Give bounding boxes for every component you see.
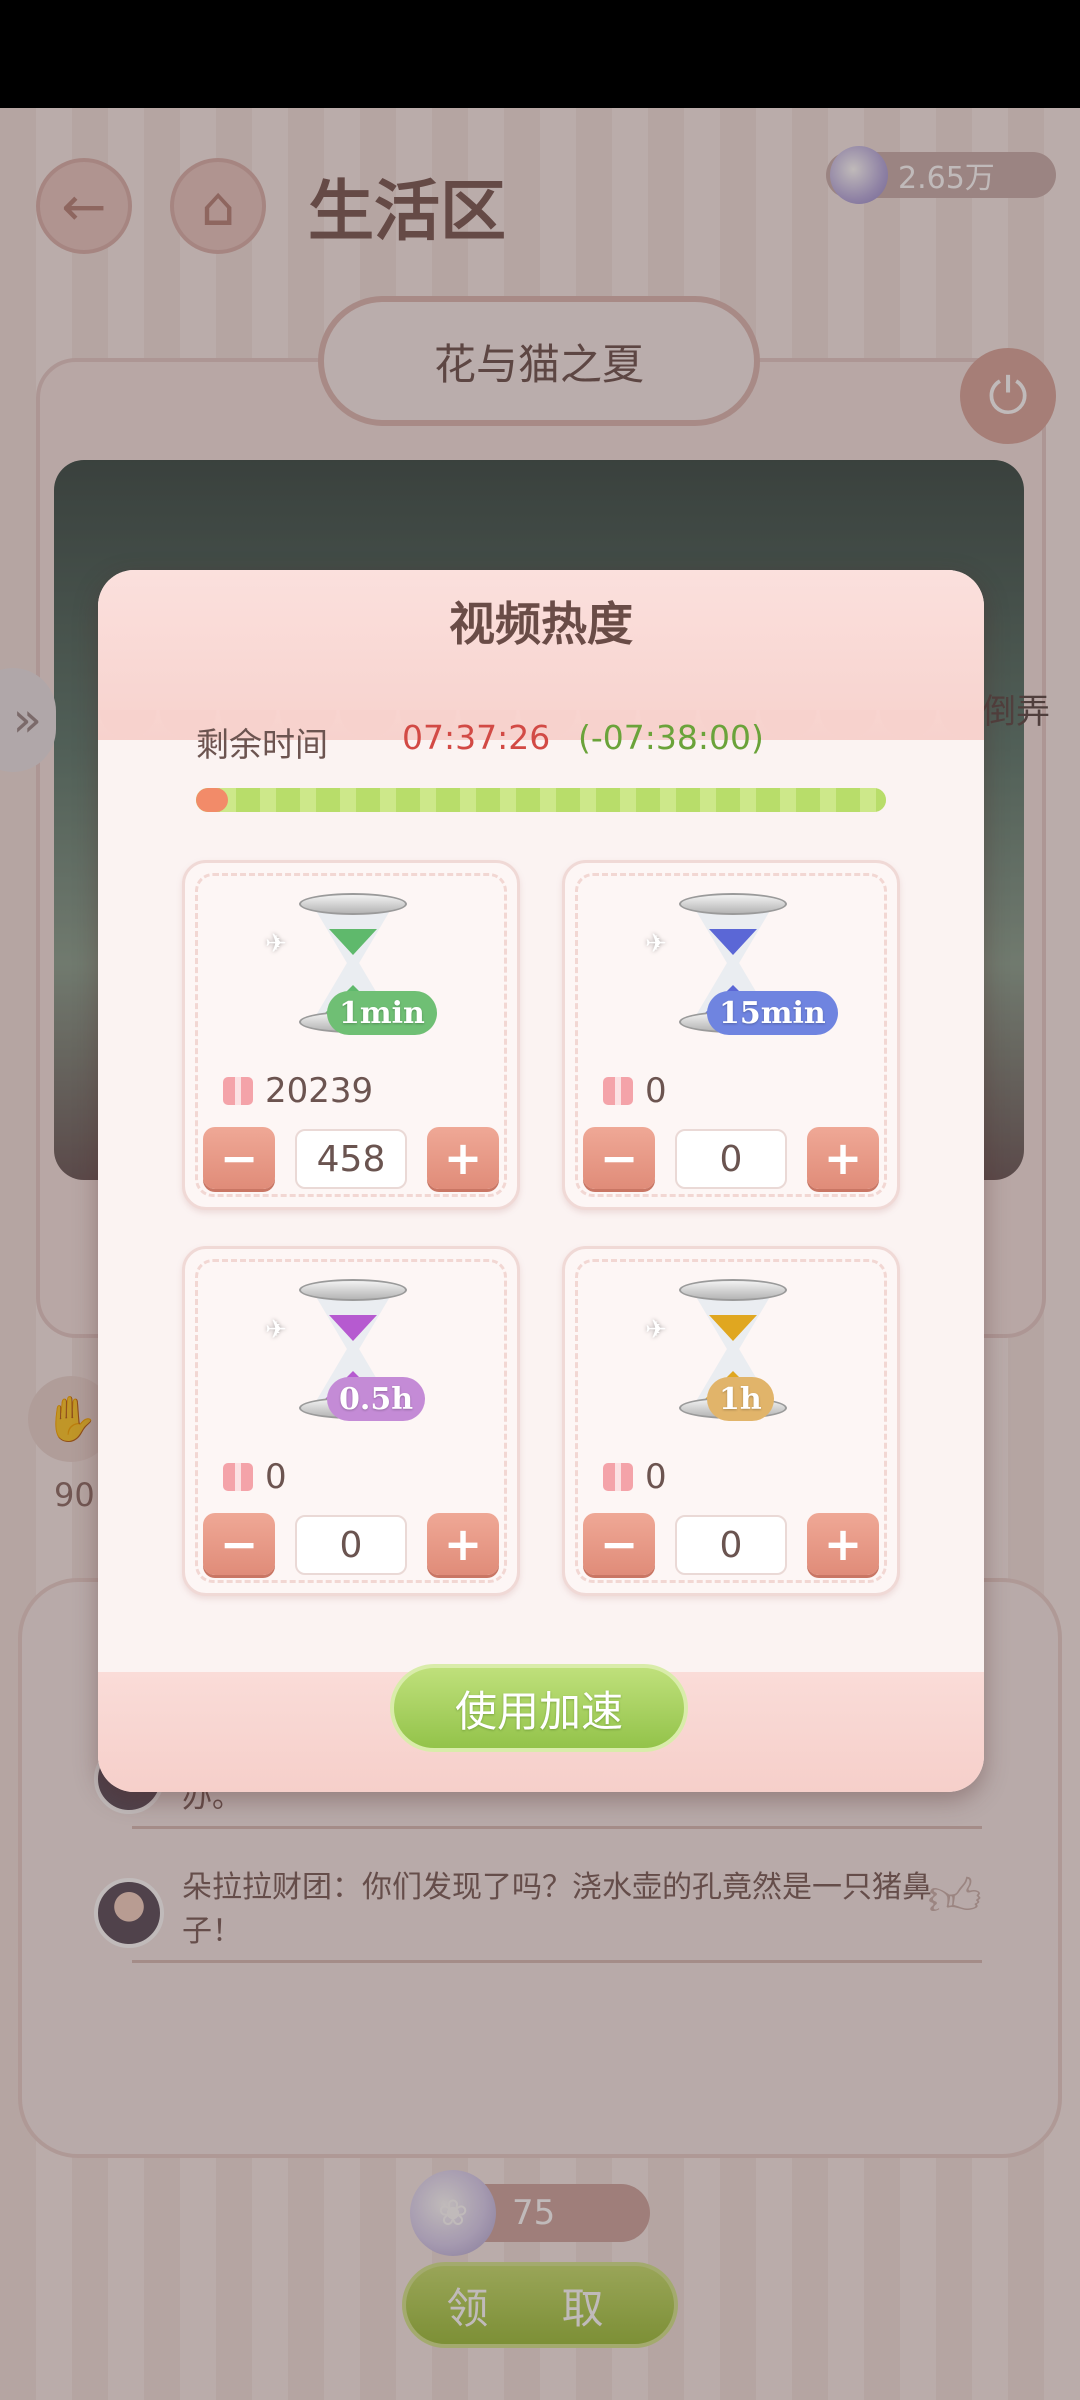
quantity-field[interactable]: 0 <box>675 1515 787 1575</box>
duration-tag: 1h <box>707 1377 774 1421</box>
remaining-time-value: 07:37:26 <box>402 718 551 757</box>
quantity-stepper: − 0 + <box>583 1513 879 1577</box>
use-speedup-button[interactable]: 使用加速 <box>390 1664 688 1752</box>
duration-tag: 1min <box>327 991 437 1035</box>
hourglass-card: ✈ 1min 20239 − 458 + <box>182 860 520 1210</box>
time-reduction-value: (-07:38:00) <box>578 718 764 757</box>
owned-count: 20239 <box>265 1071 374 1111</box>
duration-tag: 15min <box>707 991 838 1035</box>
owned-count-row: 0 <box>603 1457 667 1497</box>
time-progress-bar <box>196 788 886 812</box>
life-zone-scene: ← ⌂ 生活区 2.65万 花与猫之夏 ⏻ » 倒弄 ✋ 90 菲力克：浇完花要… <box>0 108 1080 2400</box>
increase-button[interactable]: + <box>427 1513 499 1575</box>
dialog-title: 视频热度 <box>449 597 633 651</box>
increase-button[interactable]: + <box>807 1513 879 1575</box>
hourglass-card: ✈ 0.5h 0 − 0 + <box>182 1246 520 1596</box>
owned-count-row: 0 <box>223 1457 287 1497</box>
progress-start-marker <box>196 788 228 812</box>
quantity-stepper: − 458 + <box>203 1127 499 1191</box>
gift-icon <box>603 1077 633 1105</box>
drone-speed-icon: ✈ <box>645 1315 667 1345</box>
hourglass-card: ✈ 1h 0 − 0 + <box>562 1246 900 1596</box>
quantity-field[interactable]: 0 <box>295 1515 407 1575</box>
gift-icon <box>223 1077 253 1105</box>
status-bar <box>0 0 1080 108</box>
decrease-button[interactable]: − <box>583 1127 655 1189</box>
drone-speed-icon: ✈ <box>265 1315 287 1345</box>
owned-count-row: 20239 <box>223 1071 373 1111</box>
quantity-field[interactable]: 458 <box>295 1129 407 1189</box>
owned-count: 0 <box>265 1457 287 1497</box>
owned-count: 0 <box>645 1071 667 1111</box>
drone-speed-icon: ✈ <box>645 929 667 959</box>
gift-icon <box>223 1463 253 1491</box>
progress-fill <box>196 788 886 812</box>
quantity-stepper: − 0 + <box>203 1513 499 1577</box>
duration-tag: 0.5h <box>327 1377 426 1421</box>
remaining-time-label: 剩余时间 <box>196 725 328 764</box>
video-heat-dialog: 视频热度 剩余时间 07:37:26 (-07:38:00) ✈ 1min 20… <box>98 570 984 1792</box>
decrease-button[interactable]: − <box>203 1513 275 1575</box>
remaining-time-row: 剩余时间 07:37:26 (-07:38:00) <box>196 718 764 766</box>
quantity-stepper: − 0 + <box>583 1127 879 1191</box>
increase-button[interactable]: + <box>807 1127 879 1189</box>
quantity-field[interactable]: 0 <box>675 1129 787 1189</box>
owned-count-row: 0 <box>603 1071 667 1111</box>
increase-button[interactable]: + <box>427 1127 499 1189</box>
drone-speed-icon: ✈ <box>265 929 287 959</box>
decrease-button[interactable]: − <box>583 1513 655 1575</box>
hourglass-card: ✈ 15min 0 − 0 + <box>562 860 900 1210</box>
gift-icon <box>603 1463 633 1491</box>
decrease-button[interactable]: − <box>203 1127 275 1189</box>
owned-count: 0 <box>645 1457 667 1497</box>
